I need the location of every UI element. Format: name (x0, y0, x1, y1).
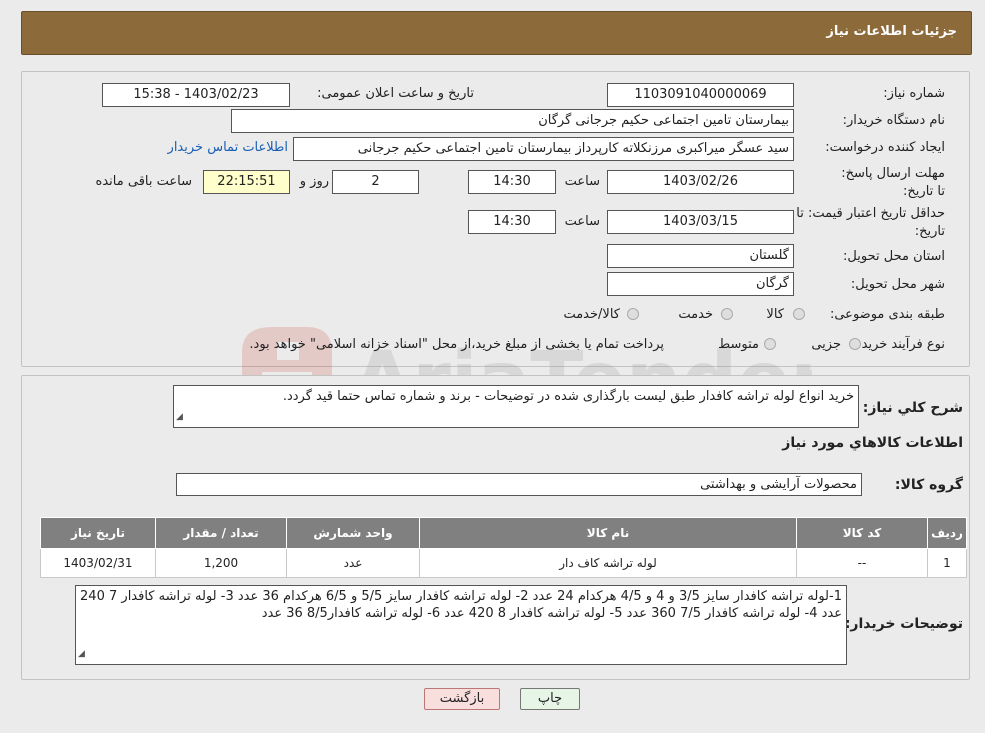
reply-date-field: 1403/02/26 (607, 170, 794, 194)
buyer-org-label: نام دستگاه خریدار: (842, 113, 945, 128)
goods-group-label: گروه کالا: (894, 477, 963, 493)
days-label: روز و (299, 174, 329, 189)
need-number-field: 1103091040000069 (607, 83, 794, 107)
remaining-time-field: 22:15:51 (203, 170, 290, 194)
goods-table-header: ردیف کد کالا نام کالا واحد شمارش تعداد /… (40, 517, 967, 549)
col-row-number: ردیف (927, 517, 967, 549)
cell-row-number: 1 (927, 548, 967, 578)
announce-datetime-field: 1403/02/23 - 15:38 (102, 83, 290, 107)
col-quantity: تعداد / مقدار (155, 517, 287, 549)
reply-time-label: ساعت (564, 174, 600, 189)
need-info-panel: AriaTender.neT شماره نیاز: 1103091040000… (21, 71, 970, 426)
reply-deadline-label: مهلت ارسال پاسخ: تا تاریخ: (841, 166, 945, 199)
price-validity-label: حداقل تاریخ اعتبار قیمت: تا تاریخ: (796, 206, 945, 239)
province-label: استان محل تحویل: (843, 249, 945, 264)
days-field: 2 (332, 170, 419, 194)
col-goods-name: نام کالا (419, 517, 797, 549)
cell-goods-code: -- (796, 548, 928, 578)
col-need-date: تاریخ نیاز (40, 517, 156, 549)
city-field: گرگان (607, 272, 794, 296)
price-date-field: 1403/03/15 (607, 210, 794, 234)
remaining-label: ساعت باقی مانده (95, 174, 192, 189)
goods-group-field: محصولات آرایشی و بهداشتی (176, 473, 862, 496)
category-label: طبقه بندی موضوعی: (829, 307, 945, 322)
resize-handle-icon[interactable]: ◢ (78, 646, 85, 663)
page-title: جزئیات اطلاعات نیاز (826, 24, 957, 39)
table-row: 1 -- لوله تراشه کاف دار عدد 1,200 1403/0… (40, 548, 967, 578)
cell-goods-name: لوله تراشه کاف دار (419, 548, 797, 578)
price-time-label: ساعت (564, 214, 600, 229)
print-button[interactable]: چاپ (520, 688, 580, 710)
cell-need-date: 1403/02/31 (40, 548, 156, 578)
col-goods-code: کد کالا (796, 517, 928, 549)
creator-field: سید عسگر میراکبری مرزنکلاته کارپرداز بیم… (293, 137, 794, 161)
buyer-org-field: بیمارستان تامین اجتماعی حکیم جرجانی گرگا… (231, 109, 794, 133)
buyer-notes-label: توضیحات خریدار: (844, 616, 963, 632)
creator-label: ایجاد کننده درخواست: (825, 140, 945, 155)
price-time-field: 14:30 (468, 210, 556, 234)
back-button[interactable]: بازگشت (424, 688, 500, 710)
buyer-contact-link[interactable]: اطلاعات تماس خریدار (168, 140, 288, 155)
process-option-medium: متوسط (718, 337, 759, 352)
page-header: جزئیات اطلاعات نیاز (21, 11, 972, 55)
category-radio-goods[interactable] (793, 308, 805, 320)
cell-unit: عدد (286, 548, 420, 578)
description-text: خرید انواع لوله تراشه کافدار طبق لیست با… (282, 389, 854, 404)
description-field: خرید انواع لوله تراشه کافدار طبق لیست با… (173, 385, 859, 428)
process-note: پرداخت تمام یا بخشی از مبلغ خرید،از محل … (249, 337, 664, 352)
category-option-goods-service: کالا/خدمت (563, 307, 620, 322)
category-radio-service[interactable] (721, 308, 733, 320)
goods-table: ردیف کد کالا نام کالا واحد شمارش تعداد /… (40, 517, 967, 578)
process-option-minor: جزیی (811, 337, 841, 352)
buyer-notes-text: 1-لوله تراشه کافدار سایز 3/5 و 4 و 4/5 ه… (80, 589, 842, 621)
announce-label: تاریخ و ساعت اعلان عمومی: (317, 86, 474, 101)
process-label: نوع فرآیند خرید : (853, 337, 945, 352)
process-radio-minor[interactable] (849, 338, 861, 350)
goods-info-title: اطلاعات کالاهاي مورد نياز (782, 435, 963, 451)
category-option-service: خدمت (678, 307, 713, 322)
col-unit: واحد شمارش (286, 517, 420, 549)
buyer-notes-field: 1-لوله تراشه کافدار سایز 3/5 و 4 و 4/5 ه… (75, 585, 847, 665)
city-label: شهر محل تحویل: (850, 277, 945, 292)
category-option-goods: کالا (766, 307, 784, 322)
resize-handle-icon[interactable]: ◢ (176, 409, 183, 426)
description-label: شرح کلي نياز: (862, 400, 963, 416)
category-radio-goods-service[interactable] (627, 308, 639, 320)
reply-time-field: 14:30 (468, 170, 556, 194)
cell-quantity: 1,200 (155, 548, 287, 578)
process-radio-medium[interactable] (764, 338, 776, 350)
province-field: گلستان (607, 244, 794, 268)
need-number-label: شماره نیاز: (883, 86, 945, 101)
need-details-panel: شرح کلي نياز: خرید انواع لوله تراشه کافد… (21, 375, 970, 680)
